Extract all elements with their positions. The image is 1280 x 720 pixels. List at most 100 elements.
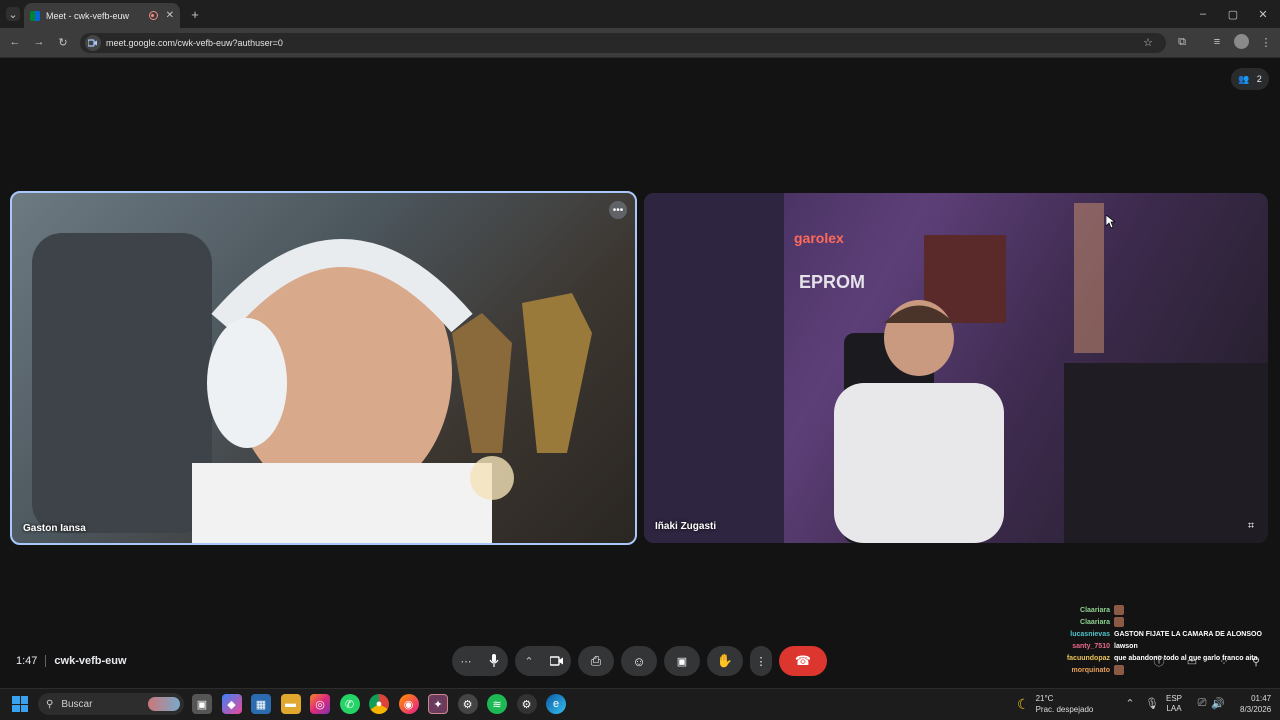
clock[interactable]: 01:47 8/3/2026: [1240, 693, 1271, 715]
profile-avatar[interactable]: [1234, 34, 1249, 49]
chat-message: que abandono todo al que garlo franco ai…: [1114, 654, 1258, 662]
weather-desc: Prac. despejado: [1035, 705, 1094, 714]
camera-group: ⌃: [515, 646, 571, 676]
task-view-icon[interactable]: ▣: [192, 694, 212, 714]
mic-group: ⋯: [452, 646, 508, 676]
raise-hand-button[interactable]: ✋: [707, 646, 743, 676]
crop-icon[interactable]: ⌗: [1244, 519, 1258, 533]
meeting-info: 1:47 cwk-vefb-euw: [16, 655, 127, 667]
emote-icon: [1114, 665, 1124, 675]
steam-icon[interactable]: ⚙: [516, 694, 537, 714]
firefox-icon[interactable]: ◉: [398, 694, 419, 714]
camera-button[interactable]: [543, 646, 571, 676]
microphone-icon: [489, 654, 499, 667]
weather-widget[interactable]: ☾ 21°C Prac. despejado: [1017, 693, 1093, 715]
camera-settings-chevron-icon[interactable]: ⌃: [515, 646, 543, 676]
reading-list-icon[interactable]: ≡: [1210, 35, 1224, 49]
layout-code: LAA: [1166, 704, 1182, 713]
participant-name-1: Gaston Iansa: [23, 523, 86, 534]
instagram-icon[interactable]: ◎: [310, 694, 330, 714]
search-label: Buscar: [61, 698, 93, 710]
spotify-icon[interactable]: ≋: [487, 694, 507, 714]
participant-tile-2[interactable]: garolex EPROM Iñaki Zugasti ⌗: [644, 193, 1268, 543]
call-controls: ⋯ ⌃ ⎙ ☺ ▣ ✋ ⋮ ☎: [452, 646, 827, 676]
forward-icon[interactable]: →: [32, 35, 46, 49]
chat-line: lucasnievas GASTON FIJATE LA CAMARA DE A…: [1000, 628, 1275, 640]
language-code: ESP: [1166, 694, 1183, 703]
participant-tile-1[interactable]: ••• Gaston Iansa: [10, 191, 637, 545]
present-screen-button[interactable]: ⎙: [578, 646, 614, 676]
tile-more-options-icon[interactable]: •••: [609, 201, 627, 219]
tray-mic-icon[interactable]: 🎙: [1145, 697, 1159, 710]
chat-line: Claariara: [1000, 616, 1275, 628]
clock-date: 8/3/2026: [1240, 705, 1272, 714]
chat-user: Claariara: [1080, 606, 1110, 614]
back-icon[interactable]: ←: [8, 35, 22, 49]
chat-line: Claariara: [1000, 604, 1275, 616]
chat-user: santy_7510: [1072, 642, 1110, 650]
emote-icon: [1114, 617, 1124, 627]
close-tab-icon[interactable]: ✕: [166, 10, 174, 21]
whatsapp-icon[interactable]: ✆: [339, 694, 360, 714]
chrome-icon[interactable]: ●: [369, 694, 389, 714]
stream-chat-overlay: Claariara Claariara lucasnievas GASTON F…: [1000, 604, 1275, 676]
hand-icon: ✋: [716, 653, 734, 668]
chat-line: facuundopaz que abandono todo al que gar…: [1000, 652, 1275, 664]
meeting-code: cwk-vefb-euw: [54, 655, 127, 667]
close-window-icon[interactable]: ✕: [1256, 7, 1270, 21]
store-icon[interactable]: ▦: [251, 694, 271, 714]
chat-user: morquinato: [1071, 666, 1111, 674]
tray-chevron-icon[interactable]: ⌃: [1124, 697, 1136, 710]
reload-icon[interactable]: ↻: [56, 35, 70, 49]
tab-search-icon[interactable]: ⌄: [6, 7, 20, 21]
clock-time: 01:47: [1251, 694, 1272, 703]
site-info-icon[interactable]: [85, 35, 101, 51]
copilot-icon[interactable]: ◆: [221, 694, 242, 714]
taskbar-apps: ▣ ◆ ▦ ▬ ◎ ✆ ● ◉ ✦ ⚙ ≋ ⚙ e: [192, 694, 566, 714]
weather-temp: 21°C: [1035, 694, 1054, 703]
browser-tab[interactable]: Meet - cwk-vefb-euw ✕: [24, 3, 180, 28]
recording-icon: [148, 11, 158, 20]
minimize-icon[interactable]: –: [1196, 7, 1210, 21]
chrome-menu-icon[interactable]: ⋮: [1260, 35, 1272, 49]
edge-icon[interactable]: e: [546, 694, 566, 714]
captions-button[interactable]: ▣: [664, 646, 700, 676]
taskbar-search[interactable]: ⚲ Buscar: [38, 693, 184, 715]
microphone-button[interactable]: [480, 646, 508, 676]
audio-settings-icon[interactable]: ⋯: [452, 646, 480, 676]
more-options-button[interactable]: ⋮: [750, 646, 772, 676]
emote-icon: [1114, 605, 1124, 615]
participant-video-2: garolex EPROM: [644, 193, 1268, 543]
chat-message: GASTON FIJATE LA CAMARA DE ALONSOO: [1114, 630, 1262, 638]
search-icon: ⚲: [46, 698, 54, 710]
people-icon: 👥: [1238, 73, 1250, 84]
chat-message: lawson: [1114, 642, 1138, 650]
file-explorer-icon[interactable]: ▬: [280, 694, 301, 714]
address-bar[interactable]: meet.google.com/cwk-vefb-euw?authuser=0: [80, 33, 1166, 53]
maximize-icon[interactable]: ▢: [1226, 7, 1240, 21]
info-divider: [45, 655, 47, 667]
emoji-icon: ☺: [632, 653, 646, 669]
reactions-button[interactable]: ☺: [621, 646, 657, 676]
meeting-time: 1:47: [16, 655, 38, 667]
chat-user: lucasnievas: [1070, 630, 1110, 638]
present-icon: ⎙: [590, 653, 602, 668]
tab-title: Meet - cwk-vefb-euw: [46, 10, 130, 21]
url-text: meet.google.com/cwk-vefb-euw?authuser=0: [106, 38, 283, 48]
network-icon[interactable]: ⎚: [1196, 697, 1208, 709]
settings-gear-icon[interactable]: ⚙: [457, 694, 478, 714]
new-tab-icon[interactable]: +: [188, 7, 202, 22]
mouse-cursor-icon: [1106, 215, 1115, 229]
participant-video-1: [32, 233, 592, 543]
active-app-icon[interactable]: ✦: [428, 694, 448, 714]
language-indicator[interactable]: ESP LAA: [1166, 694, 1182, 714]
extensions-icon[interactable]: ⧉: [1175, 35, 1189, 49]
bookmark-star-icon[interactable]: ☆: [1141, 35, 1155, 49]
leave-call-button[interactable]: ☎: [779, 646, 827, 676]
chat-user: facuundopaz: [1066, 654, 1110, 662]
weather-moon-icon: ☾: [1017, 695, 1030, 712]
participants-pill[interactable]: 👥 2: [1231, 68, 1269, 90]
start-windows-icon[interactable]: [12, 696, 28, 712]
volume-icon[interactable]: 🔊: [1211, 697, 1225, 710]
captions-icon: ▣: [676, 655, 688, 668]
